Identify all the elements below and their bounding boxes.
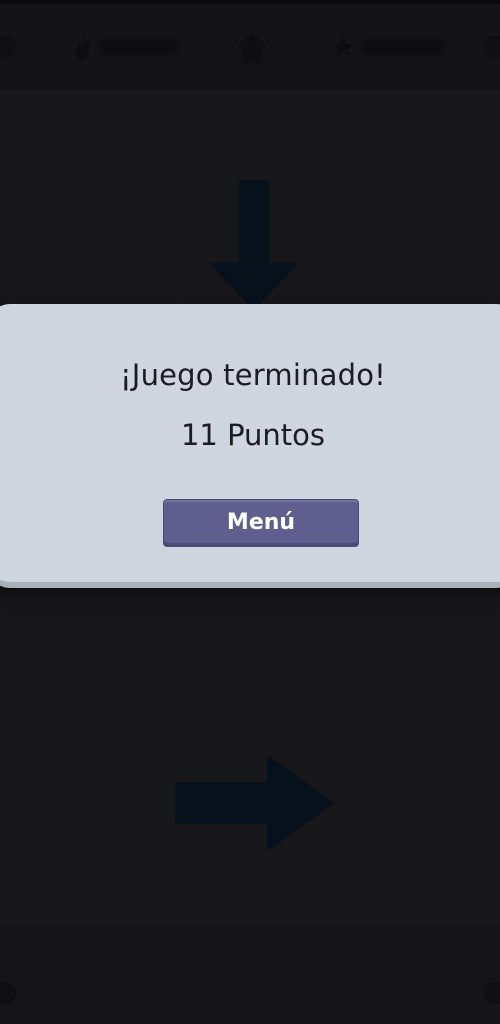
arrow-right-icon[interactable] [175, 756, 335, 850]
star-icon [332, 36, 354, 57]
game-screen: ¡Juego terminado! 11 Puntos Menú [0, 0, 500, 1024]
arrow-down-icon[interactable] [210, 180, 298, 310]
top-right-circle-icon [484, 36, 500, 58]
left-stat-value [100, 40, 178, 54]
game-over-title: ¡Juego terminado! [119, 358, 387, 392]
left-stat [72, 32, 178, 62]
bottom-left-circle-icon [0, 982, 16, 1004]
score-text: 11 Puntos [180, 418, 326, 452]
top-left-circle-icon [0, 36, 16, 58]
top-bar [0, 0, 500, 90]
game-over-modal: ¡Juego terminado! 11 Puntos Menú [0, 304, 500, 582]
bottom-bar [0, 922, 500, 1024]
fire-icon [75, 34, 90, 60]
bottom-right-circle-icon [484, 982, 500, 1004]
home-icon[interactable] [232, 28, 272, 68]
right-stat-value [362, 40, 444, 54]
right-stat [330, 32, 444, 62]
menu-button[interactable]: Menú [163, 499, 359, 547]
